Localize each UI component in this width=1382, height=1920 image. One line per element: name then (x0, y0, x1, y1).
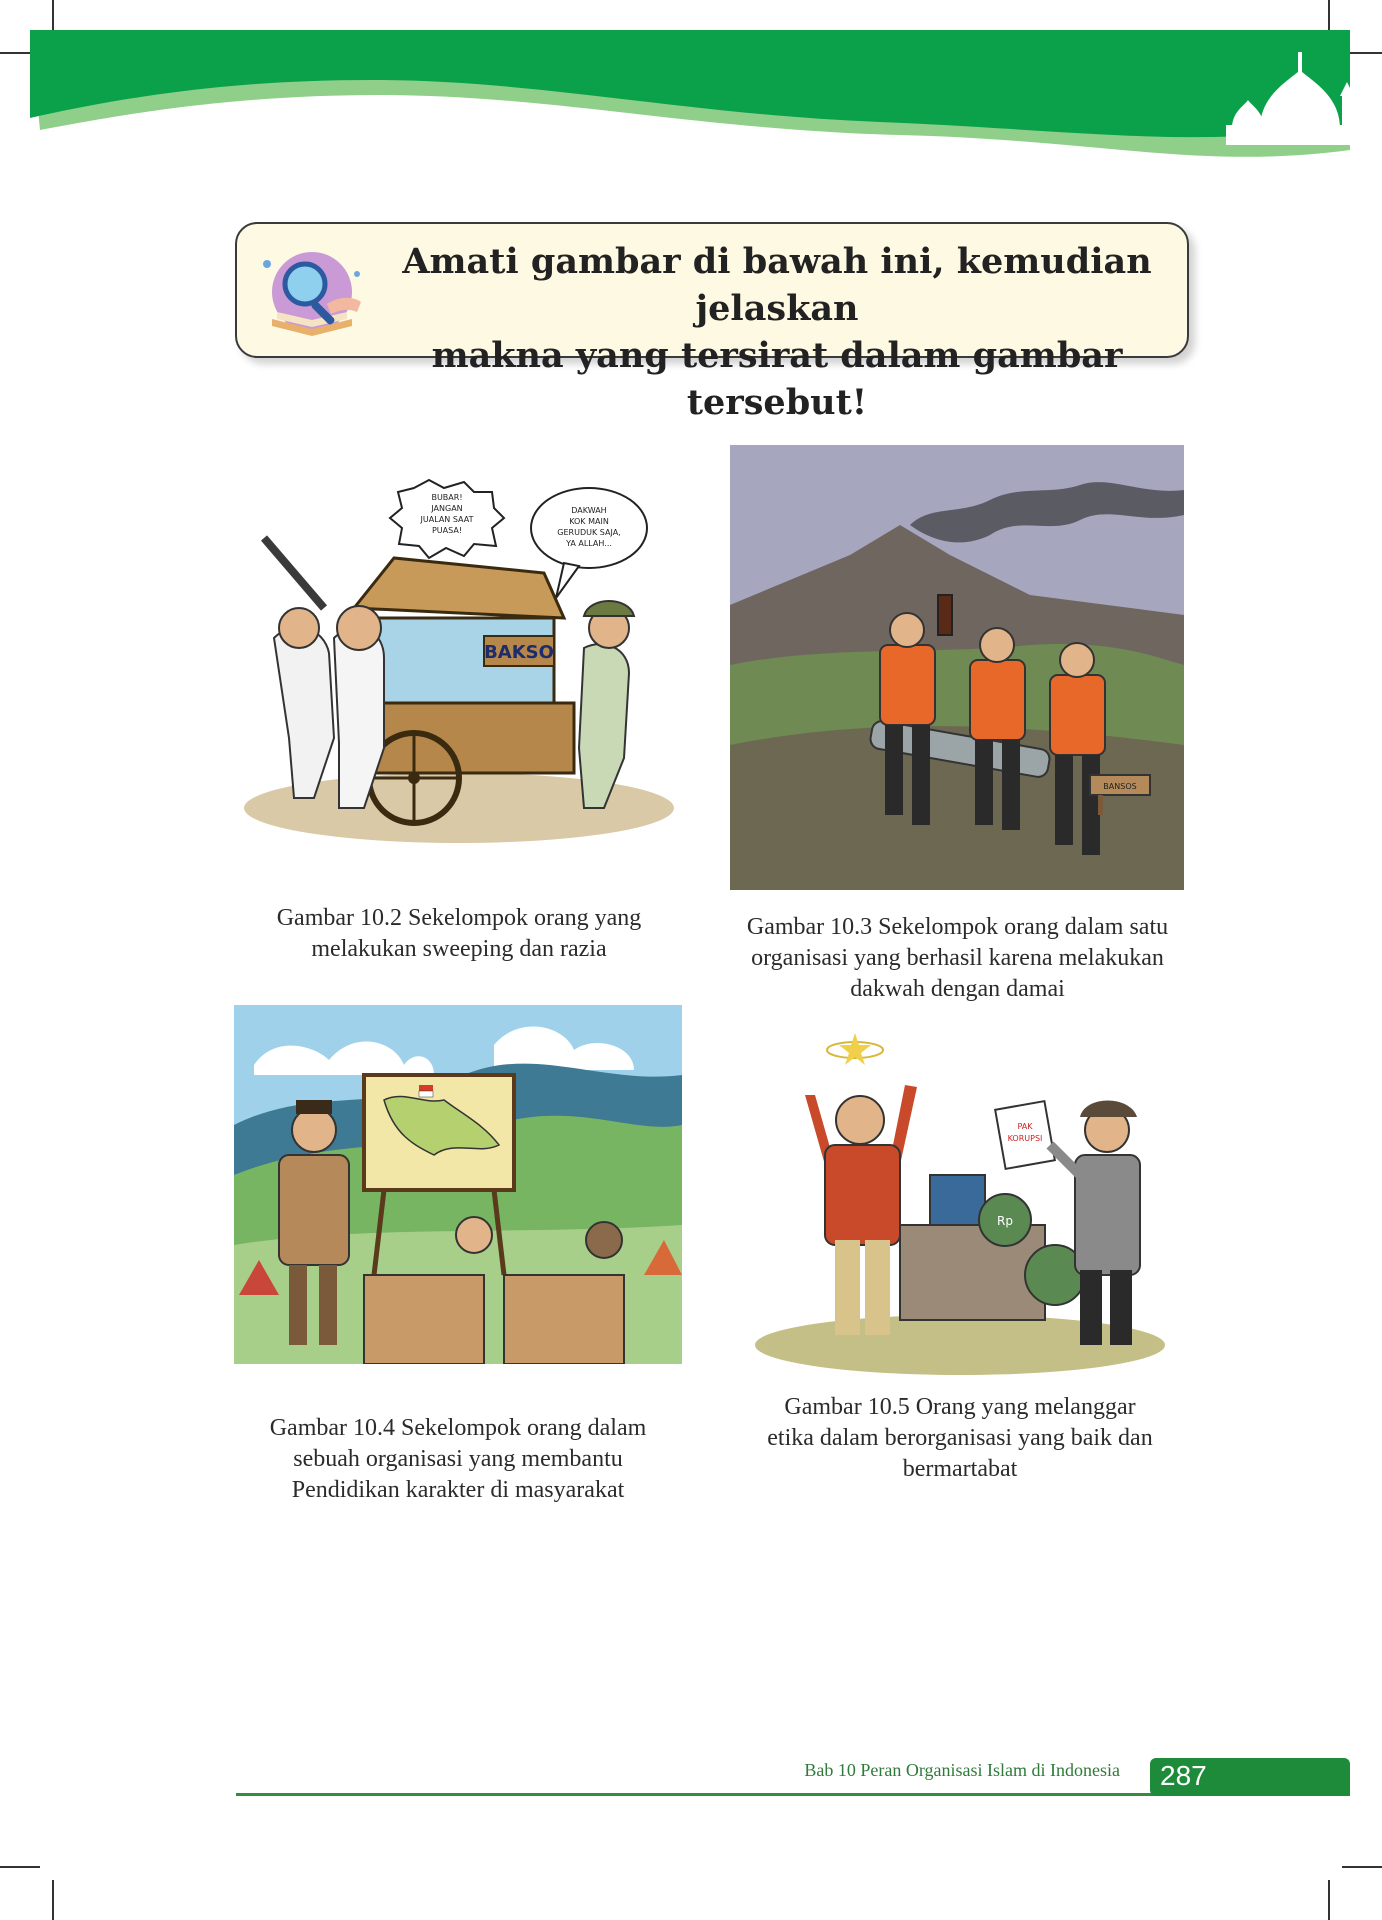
speech-bubble-2-line4: YA ALLAH... (565, 539, 612, 548)
speech-bubble-1-line1: BUBAR! (431, 493, 462, 502)
instruction-text: Amati gambar di bawah ini, kemudian jela… (387, 238, 1167, 426)
speech-bubble-2-line1: DAKWAH (571, 506, 606, 515)
speech-bubble-2-line3: GERUDUK SAJA, (557, 528, 620, 537)
speech-bubble-2-line2: KOK MAIN (569, 517, 609, 526)
crop-mark (0, 1866, 40, 1868)
instruction-box: Amati gambar di bawah ini, kemudian jela… (235, 222, 1189, 423)
magnifier-book-icon (263, 252, 361, 336)
page-number: 287 (1160, 1760, 1207, 1791)
speech-bubble-1-line4: PUASA! (432, 526, 462, 535)
header-wave-banner (30, 30, 1356, 157)
figure-corruption-arrest: Rp PAK KORUPSI (755, 1033, 1165, 1375)
crop-mark (1342, 1866, 1382, 1868)
sign-label: BANSOS (1103, 782, 1136, 791)
money-bag-label: Rp (997, 1214, 1013, 1228)
caption-figure-10-2: Gambar 10.2 Sekelompok orang yang melaku… (276, 905, 642, 962)
speech-bubble-1-line2: JANGAN (430, 504, 462, 513)
crop-mark (1328, 1880, 1330, 1920)
crop-mark (52, 1880, 54, 1920)
paper-label-line1: PAK (1017, 1122, 1033, 1131)
instruction-line-2: makna yang tersirat dalam gambar tersebu… (431, 335, 1123, 423)
figure-rescue-team: BANSOS (730, 445, 1184, 890)
caption-figure-10-4: Gambar 10.4 Sekelompok orang dalam sebua… (269, 1415, 647, 1503)
figure-teacher-classroom (234, 1005, 682, 1364)
speech-bubble-1-line3: JUALAN SAAT (420, 515, 474, 524)
footer-chapter-title: Bab 10 Peran Organisasi Islam di Indones… (804, 1760, 1120, 1780)
instruction-line-1: Amati gambar di bawah ini, kemudian jela… (402, 241, 1152, 329)
paper-label-line2: KORUPSI (1008, 1134, 1043, 1143)
caption-figure-10-3: Gambar 10.3 Sekelompok orang dalam satu … (746, 914, 1169, 1002)
cart-label: BAKSO (484, 642, 554, 663)
figure-sweeping-cartoon: BUBAR! JANGAN JUALAN SAAT PUASA! DAKWAH … (244, 478, 674, 843)
caption-figure-10-5: Gambar 10.5 Orang yang melanggar etika d… (767, 1394, 1153, 1482)
